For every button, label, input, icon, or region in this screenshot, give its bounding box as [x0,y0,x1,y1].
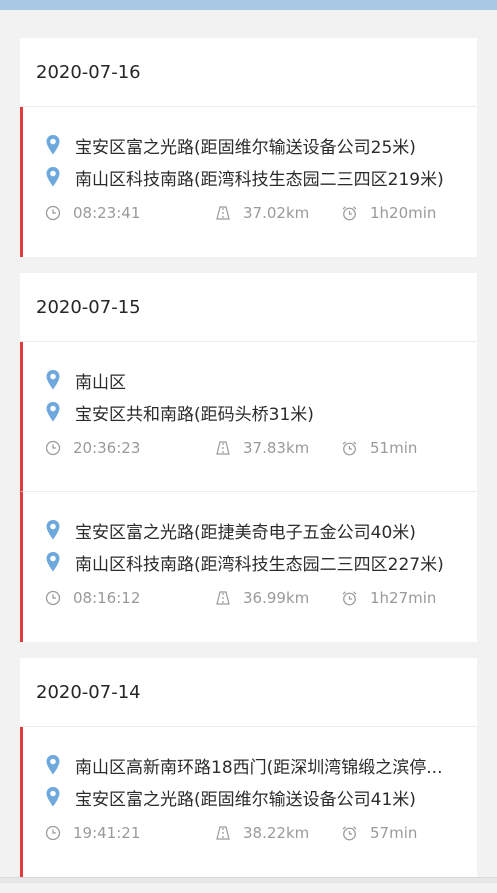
trip-duration-value: 57min [370,824,418,842]
trip-end-row: 南山区科技南路(距湾科技生态园二三四区219米) [45,161,477,193]
day-card: 2020-07-14 南山区高新南环路18西门(距深圳湾锦缎之滨停... 宝安区… [20,658,477,877]
trip-distance: 36.99km [215,589,341,607]
day-card: 2020-07-16 宝安区富之光路(距固维尔输送设备公司25米) 南山区科技南… [20,38,477,257]
trip-meta: 20:36:23 37.83km 51min [45,436,477,460]
trip-item[interactable]: 宝安区富之光路(距捷美奇电子五金公司40米) 南山区科技南路(距湾科技生态园二三… [20,492,477,642]
alarm-clock-icon [342,441,357,456]
trip-distance-value: 37.83km [243,439,310,457]
trip-time-value: 08:23:41 [73,204,141,222]
trip-start-location: 宝安区富之光路(距捷美奇电子五金公司40米) [75,522,416,543]
trip-time: 08:16:12 [45,589,215,607]
trip-time: 20:36:23 [45,439,215,457]
clock-icon [45,825,61,841]
alarm-clock-icon [342,206,357,221]
trip-start-row: 南山区 [45,364,477,396]
trip-end-location: 宝安区共和南路(距码头桥31米) [75,404,314,425]
road-icon [216,826,230,840]
road-icon [216,206,230,220]
day-date-header: 2020-07-15 [20,273,477,342]
bottom-edge-bar [0,877,497,883]
location-pin-icon [46,370,60,390]
trip-distance: 37.02km [215,204,341,222]
trip-duration-value: 1h20min [370,204,437,222]
trip-start-row: 宝安区富之光路(距捷美奇电子五金公司40米) [45,514,477,546]
trip-time-value: 19:41:21 [73,824,141,842]
day-card: 2020-07-15 南山区 宝安区共和南路(距码头桥31米) 20:36:23… [20,273,477,642]
trip-item[interactable]: 南山区高新南环路18西门(距深圳湾锦缎之滨停... 宝安区富之光路(距固维尔输送… [20,727,477,877]
trip-time: 08:23:41 [45,204,215,222]
trip-duration: 57min [341,824,417,842]
trip-end-location: 宝安区富之光路(距固维尔输送设备公司41米) [75,789,416,810]
trip-start-location: 南山区高新南环路18西门(距深圳湾锦缎之滨停... [75,757,443,778]
location-pin-icon [46,135,60,155]
trip-start-row: 宝安区富之光路(距固维尔输送设备公司25米) [45,129,477,161]
trip-item[interactable]: 南山区 宝安区共和南路(距码头桥31米) 20:36:23 37.83km 51… [20,342,477,492]
trip-duration: 1h20min [341,204,436,222]
location-pin-icon [46,755,60,775]
road-icon [216,591,230,605]
trip-history-list: 2020-07-16 宝安区富之光路(距固维尔输送设备公司25米) 南山区科技南… [0,38,497,893]
trip-duration-value: 1h27min [370,589,437,607]
trip-distance-value: 38.22km [243,824,310,842]
trip-item[interactable]: 宝安区富之光路(距固维尔输送设备公司25米) 南山区科技南路(距湾科技生态园二三… [20,107,477,257]
trip-duration-value: 51min [370,439,418,457]
alarm-clock-icon [342,591,357,606]
clock-icon [45,590,61,606]
trip-duration: 51min [341,439,417,457]
location-pin-icon [46,787,60,807]
top-status-bar [0,0,497,10]
road-icon [216,441,230,455]
trip-duration: 1h27min [341,589,436,607]
trip-meta: 08:23:41 37.02km 1h20min [45,201,477,225]
trip-end-row: 南山区科技南路(距湾科技生态园二三四区227米) [45,546,477,578]
trip-start-row: 南山区高新南环路18西门(距深圳湾锦缎之滨停... [45,749,477,781]
trip-time-value: 08:16:12 [73,589,141,607]
day-date-header: 2020-07-14 [20,658,477,727]
trip-end-row: 宝安区共和南路(距码头桥31米) [45,396,477,428]
trip-end-location: 南山区科技南路(距湾科技生态园二三四区219米) [75,169,444,190]
day-date-header: 2020-07-16 [20,38,477,107]
trip-start-location: 南山区 [75,372,126,393]
trip-meta: 08:16:12 36.99km 1h27min [45,586,477,610]
trip-start-location: 宝安区富之光路(距固维尔输送设备公司25米) [75,137,416,158]
location-pin-icon [46,167,60,187]
location-pin-icon [46,520,60,540]
alarm-clock-icon [342,826,357,841]
trip-meta: 19:41:21 38.22km 57min [45,821,477,845]
trip-time-value: 20:36:23 [73,439,141,457]
trip-distance-value: 36.99km [243,589,310,607]
trip-end-row: 宝安区富之光路(距固维尔输送设备公司41米) [45,781,477,813]
trip-distance: 38.22km [215,824,341,842]
location-pin-icon [46,552,60,572]
trip-end-location: 南山区科技南路(距湾科技生态园二三四区227米) [75,554,444,575]
trip-distance: 37.83km [215,439,341,457]
clock-icon [45,440,61,456]
trip-time: 19:41:21 [45,824,215,842]
location-pin-icon [46,402,60,422]
clock-icon [45,205,61,221]
trip-distance-value: 37.02km [243,204,310,222]
